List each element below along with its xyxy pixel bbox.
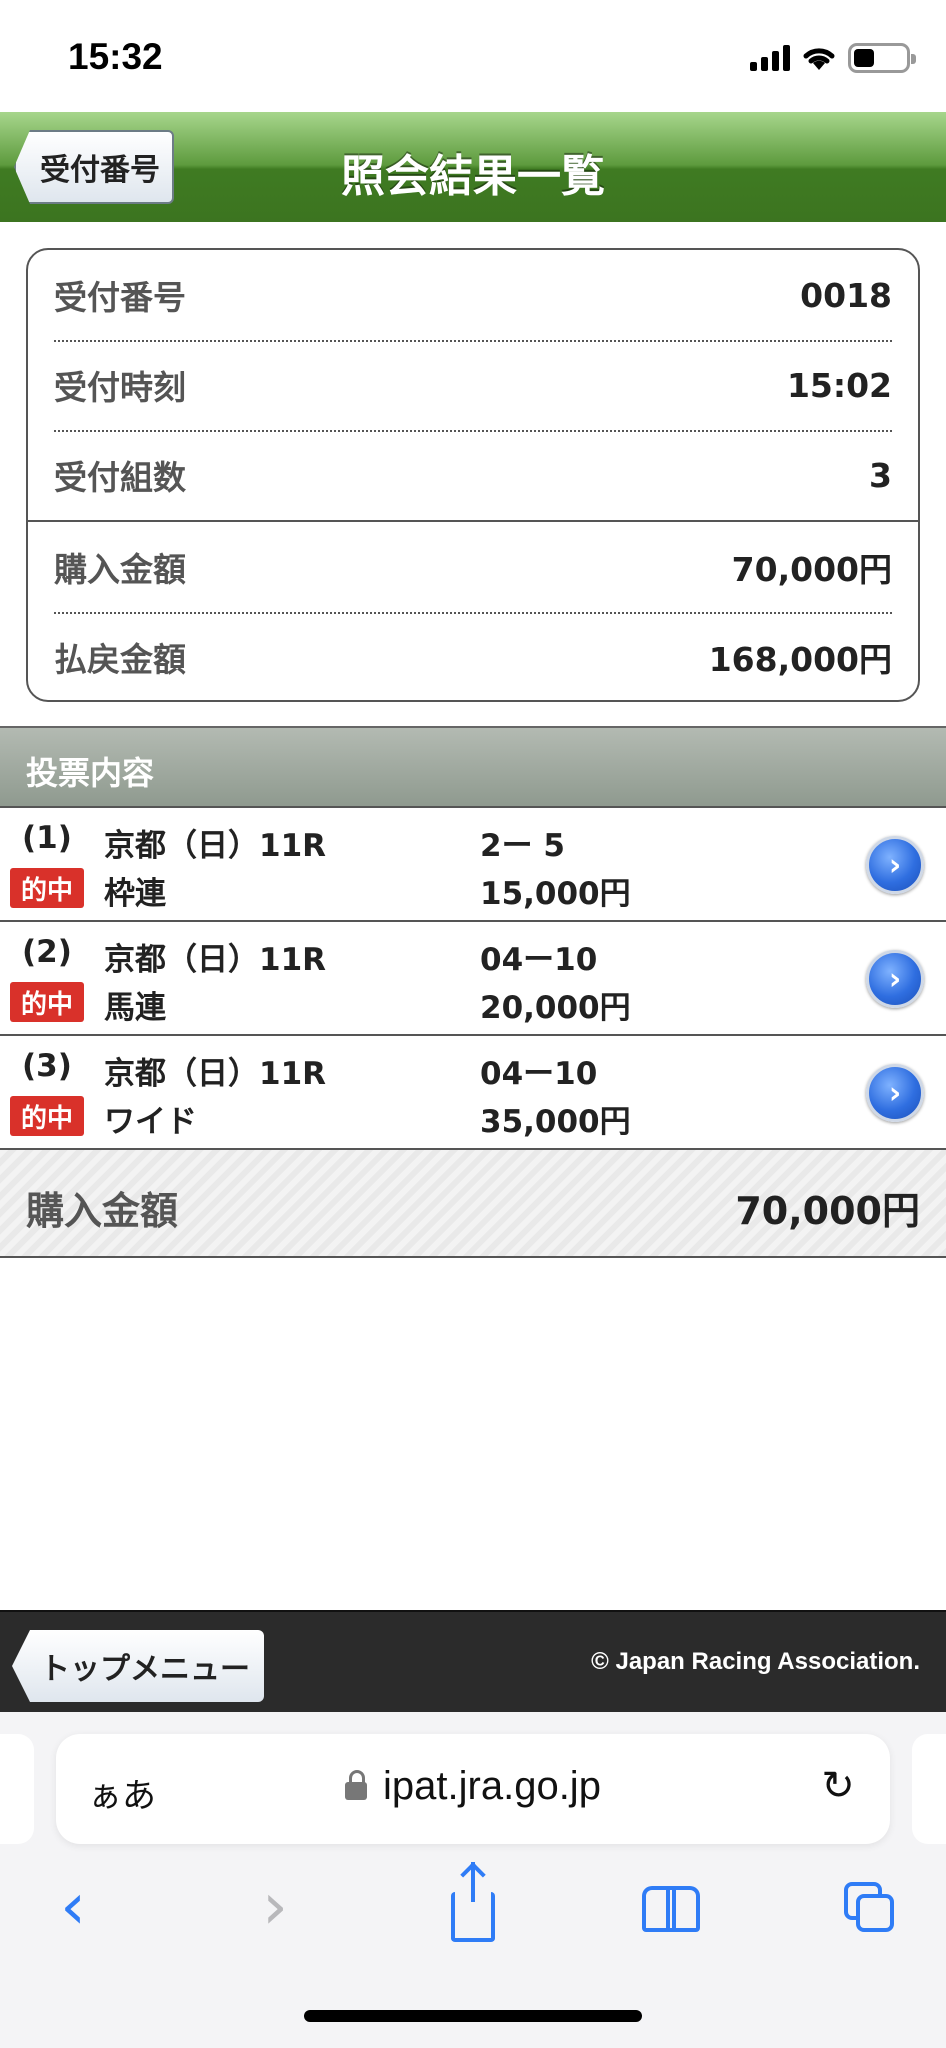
summary-value: 0018	[800, 275, 892, 315]
summary-label: 払戻金額	[54, 640, 186, 679]
bookmarks-icon[interactable]	[626, 1862, 716, 1952]
summary-value: 70,000円	[731, 550, 892, 589]
hit-badge: 的中	[10, 1096, 84, 1136]
forward-chevron-icon[interactable]: ›	[230, 1862, 320, 1952]
chevron-right-icon[interactable]: ›	[866, 950, 924, 1008]
bet-combination: 04ー10	[480, 1056, 598, 1092]
address-bar[interactable]: ぁあ ipat.jra.go.jp ↻	[56, 1734, 890, 1844]
bet-type: 枠連	[104, 876, 166, 912]
home-indicator	[304, 2010, 642, 2022]
total-value: 70,000円	[735, 1189, 920, 1233]
share-icon[interactable]	[428, 1862, 518, 1952]
bet-combination: 04ー10	[480, 942, 598, 978]
lock-icon	[345, 1770, 368, 1800]
copyright-text: © Japan Racing Association.	[591, 1648, 920, 1675]
section-title: 投票内容	[26, 754, 155, 792]
summary-row-receipt-number: 受付番号 0018	[54, 250, 892, 340]
bet-amount: 20,000円	[480, 990, 631, 1026]
page-title: 照会結果一覧	[341, 151, 605, 202]
bet-race: 京都（日）11R	[104, 1056, 327, 1092]
bet-type: ワイド	[104, 1104, 197, 1140]
status-bar: 15:32	[0, 0, 946, 112]
bet-row[interactable]: (2) 京都（日）11R 04ー10 的中 馬連 20,000円 ›	[0, 922, 946, 1036]
summary-label: 受付組数	[54, 458, 186, 497]
wifi-icon	[803, 48, 835, 70]
summary-row-set-count: 受付組数 3	[54, 430, 892, 520]
previous-tab-card[interactable]	[0, 1734, 34, 1844]
summary-label: 受付時刻	[54, 368, 186, 407]
bet-race: 京都（日）11R	[104, 828, 327, 864]
reload-icon[interactable]: ↻	[816, 1764, 860, 1808]
bet-row[interactable]: (3) 京都（日）11R 04ー10 的中 ワイド 35,000円 ›	[0, 1036, 946, 1150]
section-header: 投票内容	[0, 726, 946, 808]
top-menu-button[interactable]: トップメニュー	[12, 1630, 264, 1702]
bet-amount: 35,000円	[480, 1104, 631, 1140]
hit-badge: 的中	[10, 868, 84, 908]
next-tab-card[interactable]	[912, 1734, 946, 1844]
cellular-signal-icon	[750, 45, 790, 71]
summary-row-payout-amount: 払戻金額 168,000円	[54, 612, 892, 700]
summary-value: 15:02	[786, 365, 892, 405]
app-header: 受付番号 照会結果一覧	[0, 112, 946, 222]
hit-badge: 的中	[10, 982, 84, 1022]
total-row: 購入金額 70,000円	[0, 1150, 946, 1258]
status-time: 15:32	[68, 36, 163, 77]
summary-label: 購入金額	[54, 550, 186, 589]
tabs-icon[interactable]	[824, 1862, 914, 1952]
bet-type: 馬連	[104, 990, 166, 1026]
bet-index: (3)	[22, 1048, 72, 1084]
bet-row[interactable]: (1) 京都（日）11R 2ー 5 的中 枠連 15,000円 ›	[0, 808, 946, 922]
status-icons	[750, 40, 916, 76]
summary-value: 168,000円	[708, 640, 892, 679]
url-text: ipat.jra.go.jp	[383, 1764, 601, 1808]
bet-amount: 15,000円	[480, 876, 631, 912]
page-footer: トップメニュー © Japan Racing Association.	[0, 1610, 946, 1712]
summary-label: 受付番号	[54, 278, 186, 317]
bet-index: (2)	[22, 934, 72, 970]
bet-combination: 2ー 5	[480, 828, 565, 864]
bet-index: (1)	[22, 820, 72, 856]
browser-toolbar: ‹ ›	[0, 1862, 946, 1952]
battery-icon	[848, 43, 916, 73]
summary-row-receipt-time: 受付時刻 15:02	[54, 340, 892, 430]
summary-value: 3	[869, 455, 892, 495]
summary-row-purchase-amount: 購入金額 70,000円	[54, 522, 892, 612]
url-display[interactable]: ipat.jra.go.jp	[56, 1764, 890, 1809]
total-label: 購入金額	[26, 1189, 179, 1233]
bet-race: 京都（日）11R	[104, 942, 327, 978]
back-chevron-icon[interactable]: ‹	[28, 1862, 118, 1952]
summary-box: 受付番号 0018 受付時刻 15:02 受付組数 3 購入金額 70,000円…	[26, 248, 920, 702]
chevron-right-icon[interactable]: ›	[866, 836, 924, 894]
chevron-right-icon[interactable]: ›	[866, 1064, 924, 1122]
